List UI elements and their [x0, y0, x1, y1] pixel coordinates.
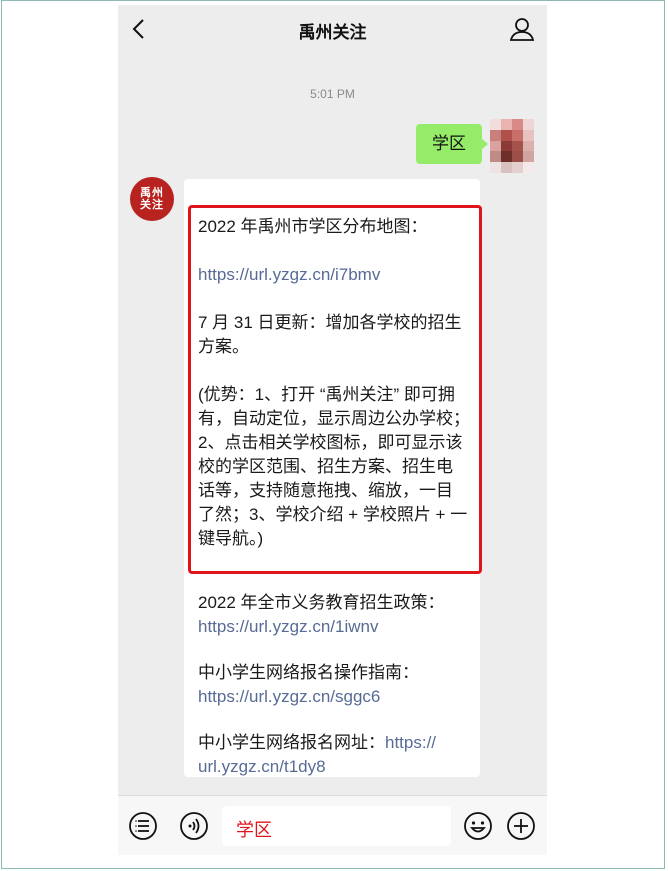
- my-avatar[interactable]: [490, 119, 534, 173]
- bot-avatar-text: 禹州: [140, 187, 164, 199]
- my-message-bubble[interactable]: 学区: [416, 124, 488, 164]
- signup-title: 中小学生网络报名网址：: [198, 733, 385, 752]
- advantage-line: 键导航。): [198, 529, 264, 548]
- voice-icon[interactable]: [179, 811, 209, 841]
- bot-avatar-text: 关注: [140, 199, 164, 211]
- signup-link[interactable]: https://: [385, 733, 436, 752]
- guide-title: 中小学生网络报名操作指南：: [198, 663, 419, 682]
- emoji-icon[interactable]: [463, 811, 493, 841]
- message-input[interactable]: 学区: [222, 806, 451, 846]
- top-bar: 禹州关注: [118, 5, 547, 53]
- menu-list-icon[interactable]: [128, 811, 158, 841]
- signup-link[interactable]: url.yzgz.cn/t1dy8: [198, 757, 326, 776]
- advantage-line: 话等，支持随意拖拽、缩放，一目: [198, 481, 453, 500]
- reply-heading: 2022 年禹州市学区分布地图：: [198, 217, 428, 236]
- message-input-text: 学区: [236, 820, 272, 840]
- guide-link[interactable]: https://url.yzgz.cn/sggc6: [198, 687, 380, 706]
- profile-icon[interactable]: [509, 15, 535, 43]
- advantage-line: 有，自动定位，显示周边公办学校；: [198, 409, 470, 428]
- advantage-line: 了然；3、学校介绍 + 学校照片 + 一: [198, 505, 468, 524]
- policy-link[interactable]: https://url.yzgz.cn/1iwnv: [198, 617, 378, 636]
- bottom-input-bar: 学区: [118, 795, 547, 855]
- my-message-row: 学区: [118, 117, 547, 177]
- advantage-line: (优势：1、打开 “禹州关注” 即可拥: [198, 385, 455, 404]
- bot-avatar[interactable]: 禹州 关注: [130, 177, 174, 221]
- message-timestamp: 5:01 PM: [310, 87, 355, 101]
- update-line: 7 月 31 日更新：增加各学校的招生: [198, 313, 462, 332]
- chat-screen: 禹州关注 5:01 PM 学区 禹州 关注 2022 年禹州市学区分布地图： h…: [118, 5, 547, 855]
- advantage-line: 2、点击相关学校图标，即可显示该: [198, 433, 463, 452]
- advantage-line: 校的学区范围、招生方案、招生电: [198, 457, 453, 476]
- update-line: 方案。: [198, 337, 249, 356]
- policy-title: 2022 年全市义务教育招生政策：: [198, 593, 445, 612]
- bot-message-bubble: 2022 年禹州市学区分布地图： https://url.yzgz.cn/i7b…: [184, 179, 482, 777]
- plus-icon[interactable]: [506, 811, 536, 841]
- map-link[interactable]: https://url.yzgz.cn/i7bmv: [198, 265, 380, 284]
- chat-title: 禹州关注: [298, 23, 367, 42]
